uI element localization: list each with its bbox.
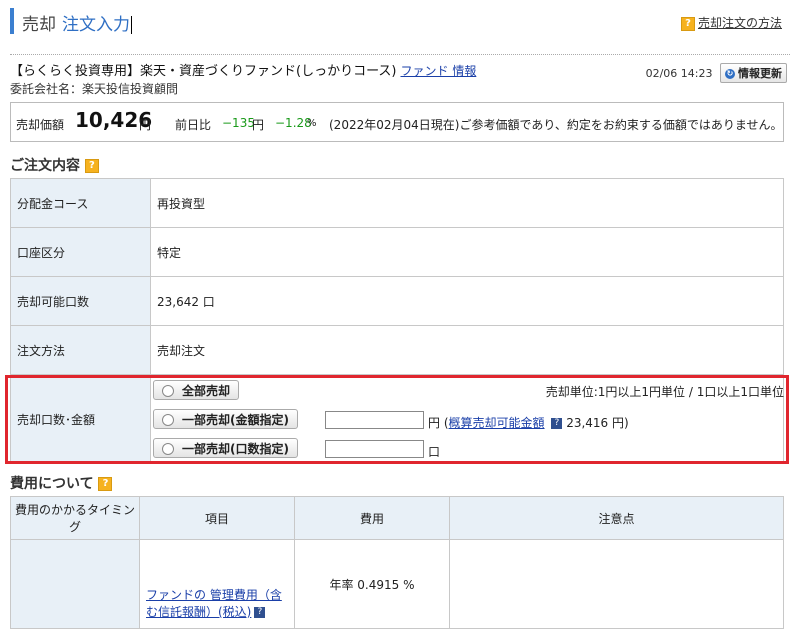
- row-value: 再投資型: [150, 178, 784, 228]
- price-change-unit: 円: [252, 118, 265, 132]
- price-note: (2022年02月04日現在)ご参考価額であり、約定をお約束する価額ではありませ…: [329, 118, 783, 132]
- table-header-row: 費用のかかるタイミング 項目 費用 注意点: [10, 496, 784, 540]
- row-value: 特定: [150, 227, 784, 277]
- fund-name-text: 【らくらく投資専用】楽天・資産づくりファンド(しっかりコース): [10, 64, 397, 79]
- order-help-icon[interactable]: ?: [84, 159, 99, 173]
- table-row: 分配金コース 再投資型: [10, 178, 784, 228]
- fees-section-title: 費用について ?: [10, 473, 113, 493]
- column-header: 項目: [139, 496, 295, 540]
- title-prefix: 売却: [22, 15, 56, 35]
- row-label: 注文方法: [10, 325, 151, 375]
- fund-info-link[interactable]: ファンド 情報: [401, 64, 477, 78]
- update-datetime: 02/06 14:23: [645, 67, 713, 80]
- table-row: 口座区分 特定: [10, 227, 784, 277]
- highlight-box: [5, 375, 789, 464]
- percent-unit: %: [307, 118, 317, 129]
- title-main: 注文入力: [62, 15, 130, 35]
- column-header: 費用: [294, 496, 450, 540]
- fees-section-title-text: 費用について: [10, 476, 94, 492]
- fee-timing-cell: [10, 539, 140, 629]
- refresh-icon: ↻: [725, 69, 735, 79]
- price-change: −135: [222, 116, 255, 130]
- column-header: 注意点: [449, 496, 784, 540]
- table-row: 売却可能口数 23,642 口: [10, 276, 784, 326]
- row-label: 口座区分: [10, 227, 151, 277]
- prev-day-label: 前日比: [175, 118, 212, 132]
- order-section-title: ご注文内容 ?: [10, 155, 99, 175]
- price-unit: 円: [139, 118, 152, 132]
- order-section-title-text: ご注文内容: [10, 158, 80, 174]
- fee-note-cell: [449, 539, 784, 629]
- update-datetime-container: 02/06 14:23 ↻ 情報更新: [646, 63, 787, 83]
- page-title: 売却 注文入力: [22, 10, 132, 35]
- fee-item-cell: ファンドの 管理費用（含む信託報酬）(税込)?: [139, 539, 295, 629]
- text-cursor: [131, 16, 132, 34]
- refresh-label: 情報更新: [738, 67, 782, 80]
- page-header: 売却 注文入力 ? 売却注文の方法: [10, 8, 790, 55]
- header-accent-bar: [10, 8, 14, 34]
- row-label: 分配金コース: [10, 178, 151, 228]
- column-header: 費用のかかるタイミング: [10, 496, 140, 540]
- table-row: ファンドの 管理費用（含む信託報酬）(税込)? 年率 0.4915 %: [10, 539, 784, 629]
- help-link-container: ? 売却注文の方法: [680, 14, 782, 31]
- fees-help-icon[interactable]: ?: [98, 477, 113, 491]
- refresh-button[interactable]: ↻ 情報更新: [720, 63, 787, 83]
- table-row: 注文方法 売却注文: [10, 325, 784, 375]
- row-value: 23,642 口: [150, 276, 784, 326]
- help-icon: ?: [680, 16, 695, 31]
- management-company: 委託会社名：楽天投信投資顧問: [10, 82, 179, 96]
- row-value: 売却注文: [150, 325, 784, 375]
- fee-cost-cell: 年率 0.4915 %: [294, 539, 450, 629]
- row-label: 売却可能口数: [10, 276, 151, 326]
- fund-name: 【らくらく投資専用】楽天・資産づくりファンド(しっかりコース) ファンド 情報: [10, 60, 476, 79]
- sell-order-help-link[interactable]: 売却注文の方法: [698, 16, 782, 30]
- price-label: 売却価額: [16, 118, 65, 132]
- fees-table: 費用のかかるタイミング 項目 費用 注意点 ファンドの 管理費用（含む信託報酬）…: [10, 496, 784, 629]
- price-box: 売却価額 10,426 円 前日比 −135 円 −1.28 % (2022年0…: [10, 102, 784, 142]
- header-divider: [10, 54, 790, 55]
